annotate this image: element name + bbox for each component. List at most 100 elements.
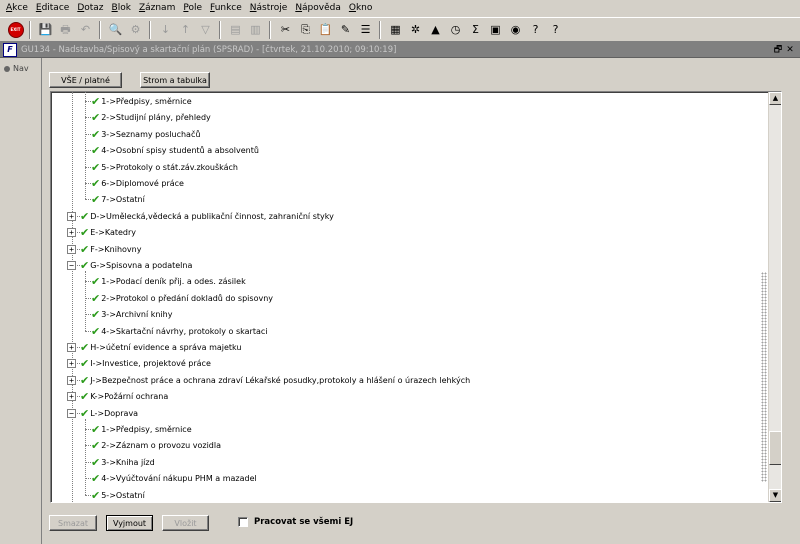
help-topic-button[interactable]: ?: [526, 20, 545, 39]
tree-node[interactable]: ✔ F->Knihovny: [80, 241, 141, 258]
tree-leaf[interactable]: ✔ 1->Předpisy, směrnice: [91, 93, 192, 110]
tree-node-label: 3->Archivní knihy: [101, 310, 173, 320]
tree-leaf[interactable]: ✔ 4->Vyúčtování nákupu PHM a mazadel: [91, 470, 257, 487]
tree-leaf[interactable]: ✔ 1->Předpisy, směrnice: [91, 421, 192, 438]
menu-item-funkce[interactable]: Funkce: [206, 0, 246, 17]
tree-node[interactable]: ✔ I->Investice, projektové práce: [80, 355, 211, 372]
expand-icon[interactable]: +: [67, 359, 76, 369]
sort-desc-button[interactable]: ↑: [176, 20, 195, 39]
menu-item-blok[interactable]: Blok: [108, 0, 135, 17]
vlozit-button[interactable]: Vložit: [162, 515, 209, 531]
pracovat-se-vsemi-ej-label: Pracovat se všemi EJ: [254, 517, 354, 527]
edit-button[interactable]: ✎: [336, 20, 355, 39]
tree-leaf[interactable]: ✔ 3->Archivní knihy: [91, 306, 172, 323]
expand-icon[interactable]: +: [67, 375, 76, 385]
clock-button[interactable]: ◷: [446, 20, 465, 39]
tree-node-label: 4->Vyúčtování nákupu PHM a mazadel: [101, 474, 257, 484]
save-button[interactable]: 💾: [36, 20, 55, 39]
menu-item-dotaz[interactable]: Dotaz: [73, 0, 107, 17]
tree-leaf[interactable]: ✔ 5->Ostatní: [91, 487, 145, 502]
web-button[interactable]: ◉: [506, 20, 525, 39]
tree-leaf[interactable]: ✔ 2->Záznam o provozu vozidla: [91, 437, 221, 454]
sum-button[interactable]: Σ: [466, 20, 485, 39]
tree-node-label: E->Katedry: [90, 228, 137, 238]
delete-record-button[interactable]: ▥: [246, 20, 265, 39]
tree-guide-line: [85, 419, 86, 495]
tree-node-label: H->účetní evidence a správa majetku: [90, 343, 242, 352]
expand-icon[interactable]: +: [67, 392, 76, 402]
excel-icon: ▣: [490, 23, 501, 36]
cut-icon: ✂: [280, 23, 291, 36]
list-button[interactable]: ☰: [356, 20, 375, 39]
nav-button[interactable]: Nav: [4, 64, 29, 73]
excel-button[interactable]: ▣: [486, 20, 505, 39]
tree-leaf[interactable]: ✔ 3->Seznamy posluchačů: [91, 126, 200, 143]
menu-item-nápověda[interactable]: Nápověda: [291, 0, 345, 17]
pracovat-se-vsemi-ej-checkbox[interactable]: [238, 517, 248, 527]
tree-node-label: K->Požární ochrana: [90, 392, 169, 402]
sort-asc-button[interactable]: ↓: [156, 20, 175, 39]
insert-record-button[interactable]: ▤: [226, 20, 245, 39]
exit-button[interactable]: EXIT: [6, 20, 25, 39]
smazat-button[interactable]: Smazat: [49, 515, 97, 531]
vse-platne-button[interactable]: VŠE / platné: [49, 72, 122, 88]
tree-leaf[interactable]: ✔ 1->Podací deník přij. a odes. zásilek: [91, 273, 246, 290]
scroll-thumb[interactable]: [769, 430, 781, 465]
print-button[interactable]: 🖶: [56, 20, 75, 39]
tree-leaf[interactable]: ✔ 7->Ostatní: [91, 191, 145, 208]
check-icon: ✔: [91, 423, 101, 436]
cut-button[interactable]: ✂: [276, 20, 295, 39]
tree-connector: [85, 199, 91, 201]
tree-leaf[interactable]: ✔ 2->Studijní plány, přehledy: [91, 109, 211, 126]
menu-item-akce[interactable]: Akce: [2, 0, 32, 17]
strom-a-tabulka-button[interactable]: Strom a tabulka: [140, 72, 210, 88]
collapse-icon[interactable]: −: [67, 261, 76, 270]
menu-item-pole[interactable]: Pole: [179, 0, 206, 17]
tree-node[interactable]: ✔ L->Doprava: [80, 405, 138, 422]
menu-item-okno[interactable]: Okno: [345, 0, 377, 17]
vertical-scrollbar[interactable]: ▲ ▼: [768, 92, 781, 502]
tree-node[interactable]: ✔ J->Bezpečnost práce a ochrana zdraví Lé…: [80, 372, 470, 389]
query-button[interactable]: 🔍: [106, 20, 125, 39]
undo-button[interactable]: ↶: [76, 20, 95, 39]
collapse-icon[interactable]: −: [67, 408, 76, 418]
check-icon: ✔: [91, 95, 101, 108]
calculator-button[interactable]: ▦: [386, 20, 405, 39]
scroll-down-button[interactable]: ▼: [769, 489, 781, 502]
filter-button[interactable]: ▽: [196, 20, 215, 39]
expand-icon[interactable]: +: [67, 343, 76, 352]
chart-button[interactable]: ▲: [426, 20, 445, 39]
edit-icon: ✎: [340, 23, 351, 36]
paste-button[interactable]: 📋: [316, 20, 335, 39]
tree-leaf[interactable]: ✔ 3->Kniha jízd: [91, 454, 155, 471]
tree-leaf[interactable]: ✔ 5->Protokoly o stát.záv.zkouškách: [91, 159, 238, 176]
tree-view[interactable]: ✔ 1->Předpisy, směrnice ✔ 2->Studijní plány…: [50, 91, 782, 503]
expand-icon[interactable]: +: [67, 244, 76, 254]
tree-leaf[interactable]: ✔ 6->Diplomové práce: [91, 175, 184, 192]
help-button[interactable]: ?: [546, 20, 565, 39]
scroll-up-button[interactable]: ▲: [769, 92, 781, 105]
settings-button[interactable]: ✲: [406, 20, 425, 39]
check-icon: ✔: [80, 357, 90, 371]
tree-node[interactable]: ✔ D->Umělecká,vědecká a publikační činnos…: [80, 208, 334, 225]
copy-button[interactable]: ⎘: [296, 20, 315, 39]
expand-icon[interactable]: +: [67, 228, 76, 238]
menu-item-nástroje[interactable]: Nástroje: [246, 0, 292, 17]
restore-window-button[interactable]: 🗗: [772, 44, 784, 56]
tree-connector: [85, 330, 91, 332]
tree-node-label: 1->Podací deník přij. a odes. zásilek: [101, 277, 246, 287]
vyjmout-button[interactable]: Vyjmout: [106, 515, 153, 531]
web-icon: ◉: [510, 23, 521, 36]
menu-item-editace[interactable]: Editace: [32, 0, 73, 17]
tree-leaf[interactable]: ✔ 2->Protokol o předání dokladů do spisov…: [91, 290, 273, 307]
menu-item-záznam[interactable]: Záznam: [135, 0, 179, 17]
tree-node[interactable]: ✔ E->Katedry: [80, 224, 136, 241]
tree-node[interactable]: ✔ K->Požární ochrana: [80, 388, 168, 405]
close-window-button[interactable]: ✕: [784, 44, 796, 56]
execute-query-button[interactable]: ⚙: [126, 20, 145, 39]
expand-icon[interactable]: +: [67, 211, 76, 221]
tree-node[interactable]: ✔ H->účetní evidence a správa majetku: [80, 339, 242, 356]
tree-leaf[interactable]: ✔ 4->Osobní spisy studentů a absolventů: [91, 142, 259, 159]
tree-leaf[interactable]: ✔ 4->Skartační návrhy, protokoly o skarta…: [91, 323, 268, 340]
tree-node[interactable]: ✔ G->Spisovna a podatelna: [80, 257, 192, 274]
